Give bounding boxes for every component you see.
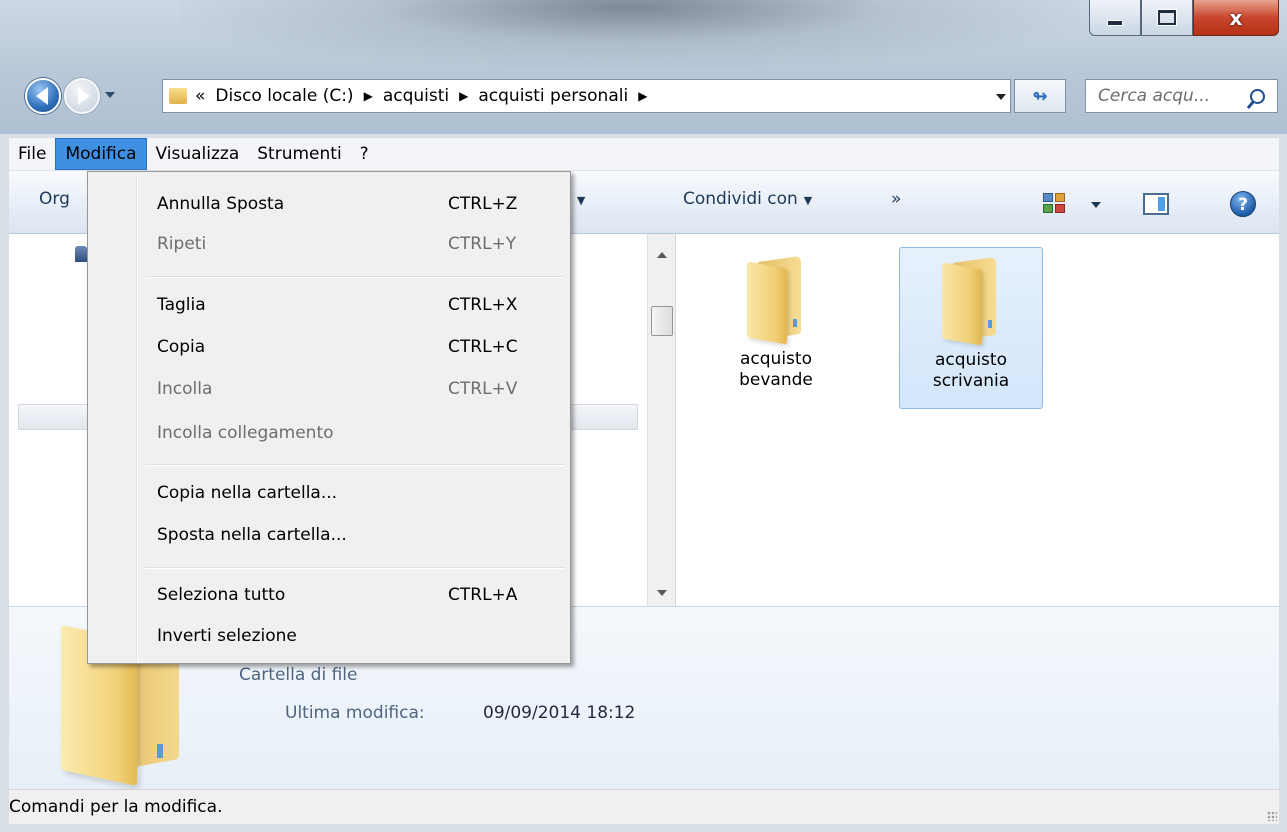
organize-button[interactable]: Org [39, 189, 70, 209]
help-icon[interactable]: ? [1230, 191, 1256, 217]
menu-item-copia[interactable]: Copia CTRL+C [90, 329, 566, 369]
menu-separator [145, 276, 565, 278]
menu-item-ripeti[interactable]: Ripeti CTRL+Y [90, 226, 566, 266]
back-arrow-icon [35, 87, 48, 105]
edit-menu-dropdown: Annulla Sposta CTRL+Z Ripeti CTRL+Y Tagl… [87, 171, 571, 664]
menu-visualizza[interactable]: Visualizza [147, 138, 249, 170]
share-button[interactable]: Condividi con ▼ [683, 189, 812, 209]
menu-item-label: Incolla collegamento [157, 423, 334, 443]
search-box[interactable]: Cerca acqu... [1085, 79, 1278, 113]
menu-item-shortcut: CTRL+C [448, 337, 518, 357]
menu-item-label: Annulla Sposta [157, 194, 285, 214]
menu-item-label: Inverti selezione [157, 626, 297, 646]
maximize-button[interactable] [1141, 0, 1193, 36]
view-options-dropdown-icon[interactable] [1091, 202, 1101, 208]
forward-arrow-icon [77, 87, 90, 105]
menu-strumenti[interactable]: Strumenti [248, 138, 350, 170]
explorer-window: x « Disco locale (C:) ▶ acquisti ▶ acqui… [0, 0, 1287, 832]
status-bar: Comandi per la modifica. [9, 789, 1279, 824]
folder-name: acquisto scrivania [932, 350, 1010, 391]
menu-item-shortcut: CTRL+A [448, 585, 518, 605]
folder-name: acquisto bevande [739, 349, 813, 390]
breadcrumb-separator-icon[interactable]: ▶ [364, 89, 373, 103]
maximize-icon [1158, 10, 1176, 25]
address-dropdown-icon[interactable] [996, 94, 1006, 100]
menu-item-incolla[interactable]: Incolla CTRL+V [90, 371, 566, 411]
menu-modifica[interactable]: Modifica [55, 138, 147, 170]
back-button[interactable] [25, 78, 61, 114]
refresh-button[interactable]: ↬ [1014, 79, 1066, 113]
item-type: Cartella di file [239, 665, 358, 685]
organize-label: Org [39, 189, 70, 209]
title-bar: x « Disco locale (C:) ▶ acquisti ▶ acqui… [0, 0, 1287, 134]
breadcrumb-item[interactable]: acquisti [383, 86, 449, 106]
file-list: acquisto bevande acquisto scrivania [681, 234, 1279, 606]
menu-item-shortcut: CTRL+X [448, 295, 518, 315]
recent-pages-dropdown[interactable] [105, 92, 115, 98]
menu-item-label: Seleziona tutto [157, 585, 286, 605]
close-icon: x [1229, 5, 1243, 30]
folder-item[interactable]: acquisto bevande [704, 247, 848, 409]
search-icon[interactable] [1250, 88, 1265, 104]
menu-bar: File Modifica Visualizza Strumenti ? [9, 138, 1279, 171]
modified-value: 09/09/2014 18:12 [483, 703, 636, 723]
breadcrumb-item[interactable]: acquisti personali [478, 86, 628, 106]
breadcrumb-item[interactable]: Disco locale (C:) [215, 86, 353, 106]
minimize-icon [1107, 19, 1123, 26]
menu-item-inverti-selezione[interactable]: Inverti selezione [90, 618, 566, 658]
scroll-up-icon[interactable] [657, 252, 667, 258]
menu-item-sposta-nella-cartella[interactable]: Sposta nella cartella... [90, 517, 566, 557]
menu-item-shortcut: CTRL+Z [448, 194, 518, 214]
breadcrumb-separator-icon[interactable]: ▶ [459, 89, 468, 103]
menu-item-shortcut: CTRL+V [448, 379, 518, 399]
menu-item-shortcut: CTRL+Y [448, 234, 517, 254]
menu-item-incolla-collegamento[interactable]: Incolla collegamento [90, 415, 566, 455]
folder-icon [169, 88, 187, 104]
menu-item-label: Taglia [157, 295, 206, 315]
menu-item-annulla-sposta[interactable]: Annulla Sposta CTRL+Z [90, 186, 566, 226]
menu-item-taglia[interactable]: Taglia CTRL+X [90, 287, 566, 327]
share-label: Condividi con [683, 189, 798, 209]
menu-item-copia-nella-cartella[interactable]: Copia nella cartella... [90, 475, 566, 515]
scroll-thumb[interactable] [651, 306, 673, 336]
refresh-icon: ↬ [1032, 85, 1048, 107]
search-input[interactable]: Cerca acqu... [1098, 86, 1250, 106]
folder-item-selected[interactable]: acquisto scrivania [899, 247, 1043, 409]
folder-icon [942, 256, 1000, 346]
status-text: Comandi per la modifica. [9, 797, 223, 817]
navigation-scrollbar[interactable] [647, 234, 676, 606]
breadcrumb: « Disco locale (C:) ▶ acquisti ▶ acquist… [195, 86, 657, 106]
resize-grip-icon[interactable] [1267, 811, 1277, 821]
menu-item-seleziona-tutto[interactable]: Seleziona tutto CTRL+A [90, 577, 566, 617]
menu-item-label: Copia [157, 337, 206, 357]
breadcrumb-separator-icon[interactable]: ▶ [638, 89, 647, 103]
minimize-button[interactable] [1089, 0, 1141, 36]
forward-button[interactable] [64, 78, 100, 114]
chevron-down-icon: ▼ [803, 194, 813, 207]
change-view-icon[interactable] [1043, 193, 1065, 213]
favorites-icon [75, 246, 87, 262]
menu-item-label: Copia nella cartella... [157, 483, 338, 503]
menu-file[interactable]: File [9, 138, 55, 170]
menu-item-label: Ripeti [157, 234, 207, 254]
menu-item-label: Sposta nella cartella... [157, 525, 347, 545]
breadcrumb-overflow[interactable]: « [195, 86, 205, 106]
modified-label: Ultima modifica: [285, 703, 425, 723]
more-commands-button[interactable]: » [891, 189, 901, 209]
folder-icon [747, 255, 805, 345]
more-label: » [891, 189, 902, 209]
preview-pane-icon[interactable] [1143, 193, 1169, 215]
address-bar[interactable]: « Disco locale (C:) ▶ acquisti ▶ acquist… [162, 79, 1011, 113]
close-button[interactable]: x [1193, 0, 1279, 36]
menu-separator [145, 567, 565, 569]
menu-item-label: Incolla [157, 379, 213, 399]
scroll-down-icon[interactable] [657, 590, 667, 596]
caption-buttons: x [1089, 0, 1279, 38]
chevron-down-icon: ▼ [576, 194, 586, 207]
menu-help[interactable]: ? [351, 138, 378, 170]
menu-separator [145, 464, 565, 466]
